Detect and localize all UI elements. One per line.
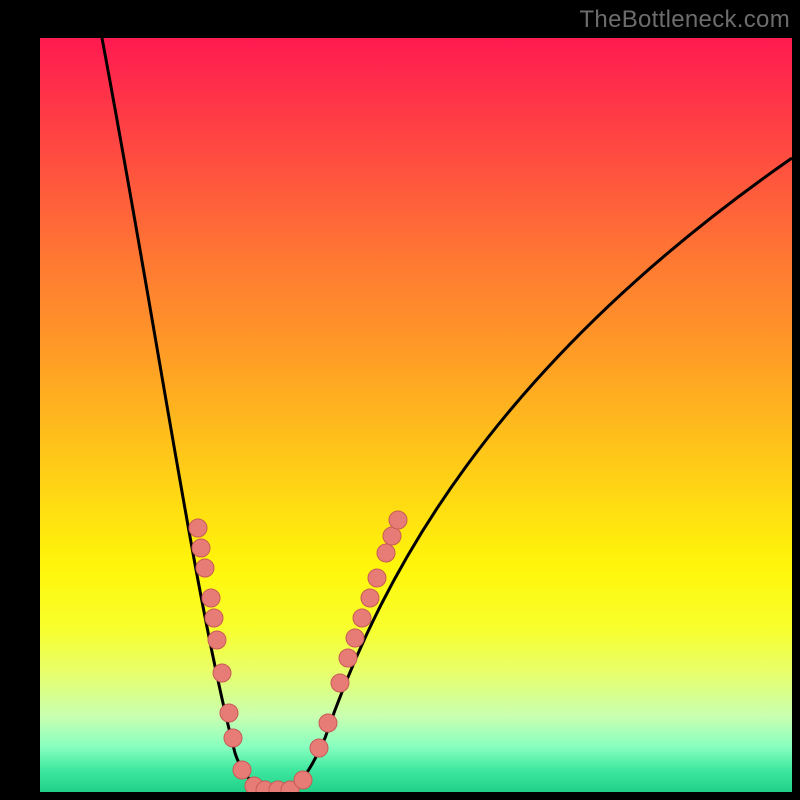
curve-marker — [208, 631, 226, 649]
curve-marker — [213, 664, 231, 682]
curve-marker — [331, 674, 349, 692]
curve-marker — [383, 527, 401, 545]
curve-marker — [224, 729, 242, 747]
bottleneck-curve — [102, 38, 792, 790]
curve-marker — [202, 589, 220, 607]
curve-marker — [220, 704, 238, 722]
curve-marker — [339, 649, 357, 667]
curve-marker — [389, 511, 407, 529]
curve-marker — [377, 544, 395, 562]
curve-marker — [368, 569, 386, 587]
outer-frame: TheBottleneck.com — [0, 0, 800, 800]
curve-marker — [196, 559, 214, 577]
curve-marker — [310, 739, 328, 757]
curve-marker — [353, 609, 371, 627]
curve-marker — [346, 629, 364, 647]
curve-marker — [319, 714, 337, 732]
curve-marker — [189, 519, 207, 537]
curve-marker — [294, 771, 312, 789]
curve-marker — [192, 539, 210, 557]
curve-marker — [233, 761, 251, 779]
curve-svg — [40, 38, 792, 792]
watermark-text: TheBottleneck.com — [579, 6, 790, 34]
curve-markers — [189, 511, 407, 792]
curve-marker — [361, 589, 379, 607]
curve-marker — [205, 609, 223, 627]
plot-area — [40, 38, 792, 792]
curve-path — [102, 38, 792, 790]
